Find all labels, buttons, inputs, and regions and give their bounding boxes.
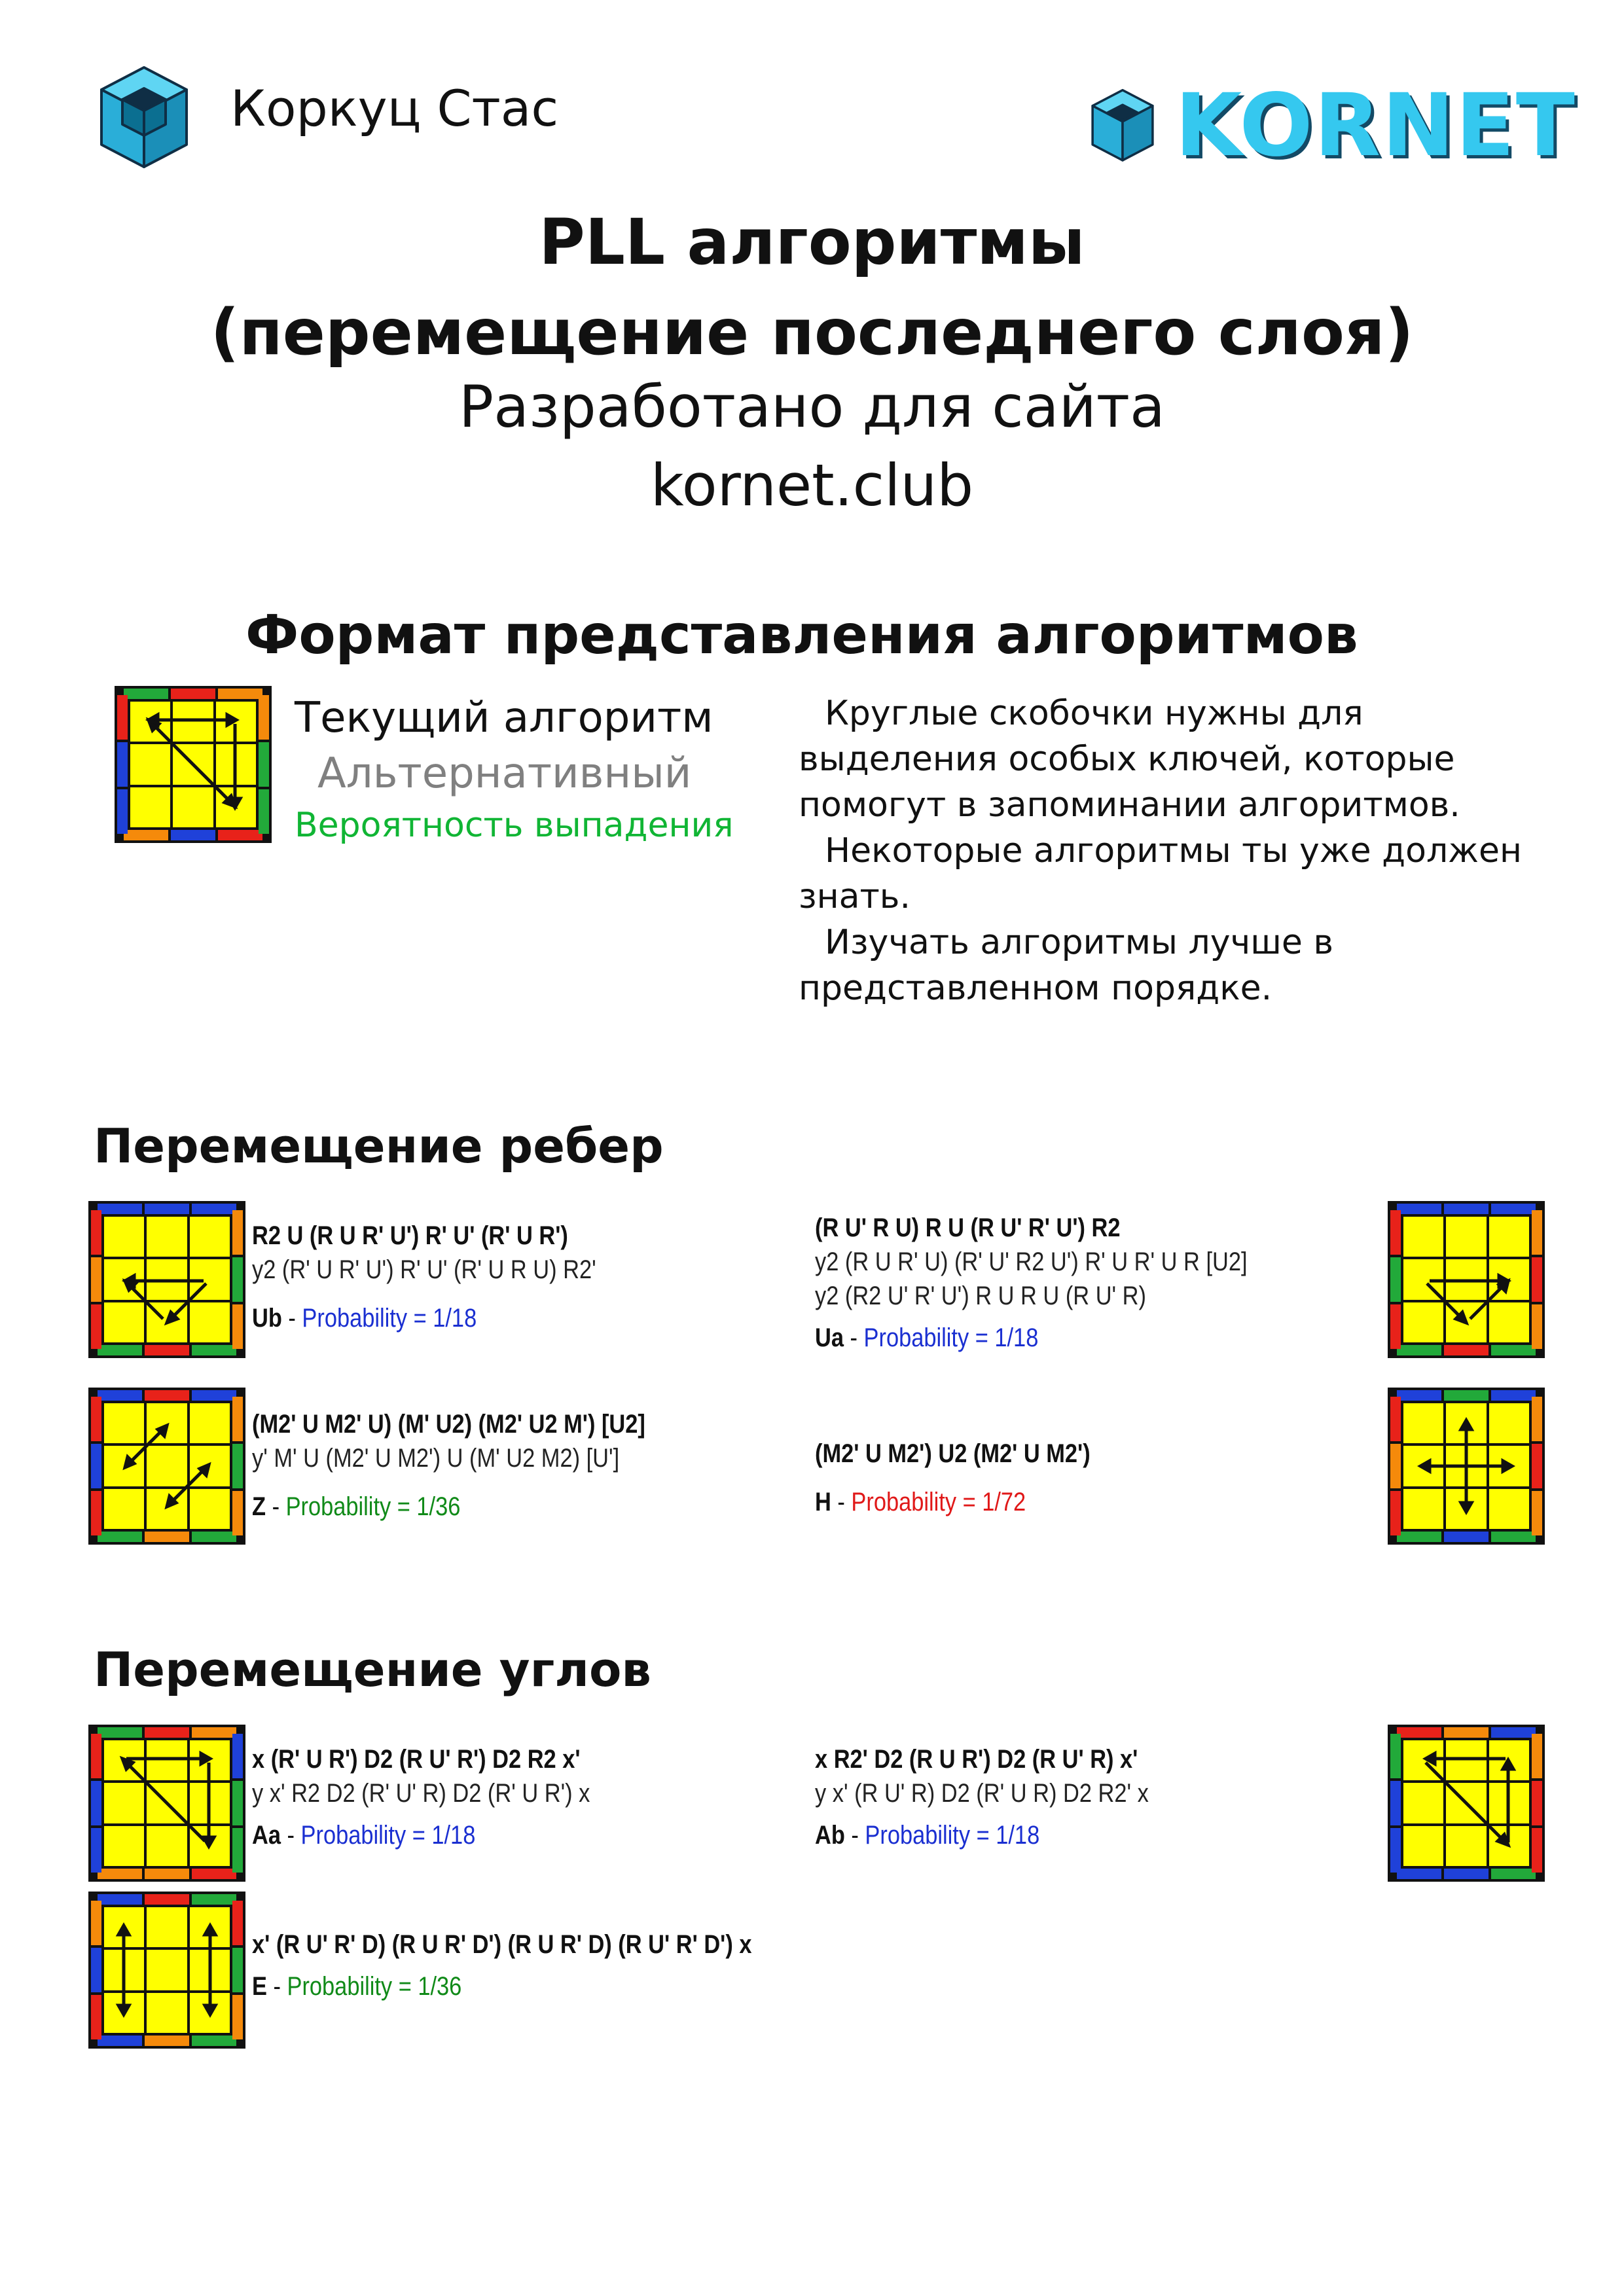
aa-cube-diagram — [88, 1725, 245, 1882]
z-cube-diagram — [88, 1388, 245, 1545]
brand-wordmark: KORNET — [1175, 75, 1576, 176]
note-paragraph: Круглые скобочки нужны для выделения осо… — [799, 694, 1460, 825]
ab-alt-alg: y x' (R U' R) D2 (R' U R) D2 R2' x — [815, 1779, 1149, 1808]
ua-case-name: Ua — [815, 1323, 844, 1352]
page-title: PLL алгоритмы — [539, 206, 1085, 279]
aa-algorithm: x (R' U R') D2 (R U' R') D2 R2 x' y x' R… — [252, 1742, 590, 1852]
ub-cube-diagram — [88, 1201, 245, 1358]
e-probability: Probability = 1/36 — [287, 1972, 462, 2001]
cube-logo-icon — [100, 66, 188, 168]
e-cube-diagram — [88, 1892, 245, 2049]
h-algorithm: (M2' U M2') U2 (M2' U M2') H - Probabili… — [815, 1437, 1091, 1519]
ub-probability: Probability = 1/18 — [302, 1304, 477, 1333]
h-probability: Probability = 1/72 — [851, 1488, 1026, 1516]
ua-alt-alg: y2 (R2 U' R' U') R U R U (R U' R) — [815, 1282, 1146, 1310]
legend-prob-label: Вероятность выпадения — [295, 806, 734, 845]
note-paragraph: Изучать алгоритмы лучше в представленном… — [799, 923, 1334, 1008]
aa-probability: Probability = 1/18 — [300, 1821, 476, 1850]
aa-case-name: Aa — [252, 1821, 281, 1850]
z-main-alg: (M2' U M2' U) (M' U2) (M2' U2 M') [U2] — [252, 1410, 645, 1439]
brand-logo: KORNET — [1083, 80, 1575, 171]
ua-cube-diagram — [1388, 1201, 1545, 1358]
author-name: Коркуц Стас — [230, 79, 559, 137]
edges-heading: Перемещение ребер — [94, 1119, 664, 1174]
e-main-alg: x' (R U' R' D) (R U R' D') (R U R' D) (R… — [252, 1930, 752, 1959]
ab-cube-diagram — [1388, 1725, 1545, 1882]
z-algorithm: (M2' U M2' U) (M' U2) (M2' U2 M') [U2] y… — [252, 1407, 645, 1524]
format-notes: Круглые скобочки нужны для выделения осо… — [799, 691, 1571, 1011]
ub-main-alg: R2 U (R U R' U') R' U' (R' U R') — [252, 1221, 568, 1250]
h-main-alg: (M2' U M2') U2 (M2' U M2') — [815, 1439, 1091, 1468]
z-alt-alg: y' M' U (M2' U M2') U (M' U2 M2) [U'] — [252, 1444, 620, 1473]
ab-algorithm: x R2' D2 (R U R') D2 (R U' R) x' y x' (R… — [815, 1742, 1149, 1852]
ua-algorithm: (R U' R U) R U (R U' R' U') R2 y2 (R U R… — [815, 1211, 1248, 1355]
page-subtitle: Разработано для сайта — [459, 373, 1165, 440]
ub-algorithm: R2 U (R U R' U') R' U' (R' U R') y2 (R' … — [252, 1219, 596, 1335]
ab-main-alg: x R2' D2 (R U R') D2 (R U' R) x' — [815, 1745, 1138, 1774]
h-case-name: H — [815, 1488, 831, 1516]
aa-main-alg: x (R' U R') D2 (R U' R') D2 R2 x' — [252, 1745, 581, 1774]
site-url: kornet.club — [650, 452, 974, 519]
ua-main-alg: (R U' R U) R U (R U' R' U') R2 — [815, 1213, 1121, 1242]
ab-probability: Probability = 1/18 — [865, 1821, 1040, 1850]
legend-alt-label: Альтернативный — [317, 749, 692, 798]
note-paragraph: Некоторые алгоритмы ты уже должен знать. — [799, 831, 1523, 916]
legend-cube-diagram — [115, 686, 272, 843]
h-cube-diagram — [1388, 1388, 1545, 1545]
ub-case-name: Ub — [252, 1304, 282, 1333]
aa-alt-alg: y x' R2 D2 (R' U' R) D2 (R' U R') x — [252, 1779, 590, 1808]
ua-probability: Probability = 1/18 — [863, 1323, 1039, 1352]
corners-heading: Перемещение углов — [94, 1642, 651, 1697]
z-probability: Probability = 1/36 — [285, 1492, 461, 1521]
ab-case-name: Ab — [815, 1821, 845, 1850]
e-case-name: E — [252, 1972, 267, 2001]
page-title-line2: (перемещение последнего слоя) — [210, 296, 1414, 369]
ub-alt-alg: y2 (R' U R' U') R' U' (R' U R U) R2' — [252, 1255, 596, 1284]
ua-alt-alg: y2 (R U R' U) (R' U' R2 U') R' U R' U R … — [815, 1247, 1248, 1276]
e-algorithm: x' (R U' R' D) (R U R' D') (R U R' D) (R… — [252, 1928, 751, 2003]
format-heading: Формат представления алгоритмов — [245, 604, 1358, 666]
z-case-name: Z — [252, 1492, 266, 1521]
brand-cube-icon — [1091, 88, 1154, 162]
legend-current-label: Текущий алгоритм — [295, 694, 713, 742]
